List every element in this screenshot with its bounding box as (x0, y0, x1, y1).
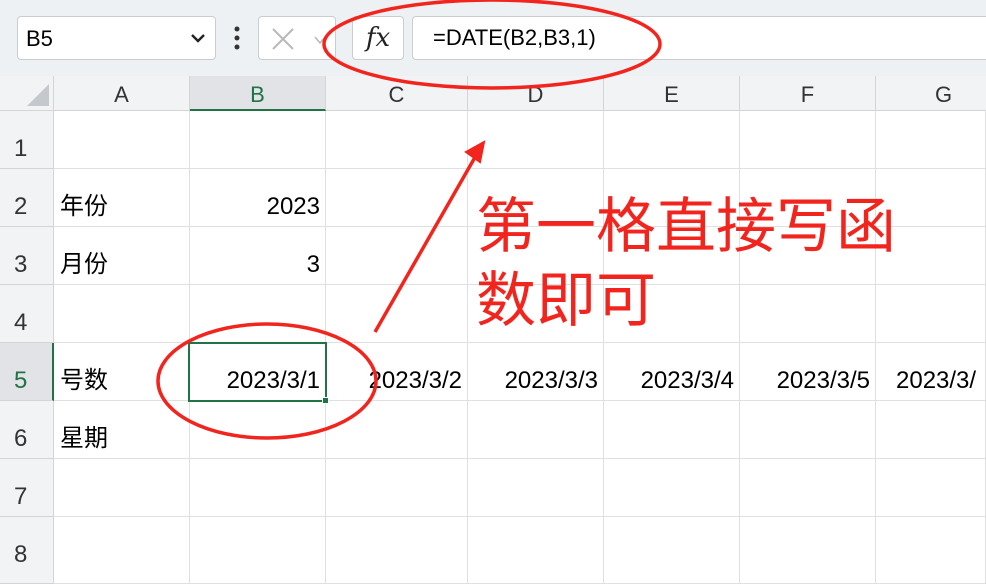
formula-input[interactable]: =DATE(B2,B3,1) (412, 16, 986, 60)
cell-g8[interactable] (876, 517, 986, 584)
cell-e8[interactable] (604, 517, 740, 584)
column-header-d[interactable]: D (468, 76, 604, 111)
row-header-3[interactable]: 3 (0, 227, 54, 285)
more-vertical-icon[interactable] (232, 22, 242, 54)
cell-a8[interactable] (54, 517, 190, 584)
cell-c6[interactable] (326, 401, 468, 459)
cell-a4[interactable] (54, 285, 190, 343)
cell-a5[interactable]: 号数 (54, 343, 190, 401)
fx-icon: fx (365, 23, 391, 53)
cell-a5-text: 号数 (60, 366, 108, 394)
column-header-g[interactable]: G (876, 76, 986, 111)
cell-b2[interactable]: 2023 (190, 169, 326, 227)
cell-b4[interactable] (190, 285, 326, 343)
cell-d7[interactable] (468, 459, 604, 517)
cell-f5[interactable]: 2023/3/5 (740, 343, 876, 401)
cell-b3[interactable]: 3 (190, 227, 326, 285)
fill-handle[interactable] (322, 397, 329, 404)
cell-f1[interactable] (740, 111, 876, 169)
cell-a3[interactable]: 月份 (54, 227, 190, 285)
cell-a6-text: 星期 (60, 424, 108, 452)
cell-f5-value: 2023/3/5 (776, 367, 870, 394)
cell-a7[interactable] (54, 459, 190, 517)
cell-d1[interactable] (468, 111, 604, 169)
cell-g7[interactable] (876, 459, 986, 517)
cancel-confirm-group (258, 16, 336, 60)
cell-c2[interactable] (326, 169, 468, 227)
row-header-6[interactable]: 6 (0, 401, 54, 459)
formula-bar-area: B5 fx =DATE(B2,B3,1) (0, 0, 986, 76)
cell-g6[interactable] (876, 401, 986, 459)
cell-c3[interactable] (326, 227, 468, 285)
cancel-x-icon[interactable] (269, 25, 297, 53)
cell-a3-text: 月份 (60, 250, 108, 278)
cell-f8[interactable] (740, 517, 876, 584)
cell-c7[interactable] (326, 459, 468, 517)
cell-c5-value: 2023/3/2 (368, 367, 462, 394)
column-header-f[interactable]: F (740, 76, 876, 111)
cell-b3-value: 3 (306, 251, 320, 278)
row-header-7[interactable]: 7 (0, 459, 54, 517)
cell-d5[interactable]: 2023/3/3 (468, 343, 604, 401)
cell-c5[interactable]: 2023/3/2 (326, 343, 468, 401)
cell-f6[interactable] (740, 401, 876, 459)
cell-e5-value: 2023/3/4 (640, 367, 734, 394)
column-header-c[interactable]: C (326, 76, 468, 111)
annotation-text: 第一格直接写函数即可 (476, 192, 896, 336)
column-header-e[interactable]: E (604, 76, 740, 111)
cell-c4[interactable] (326, 285, 468, 343)
cell-d6[interactable] (468, 401, 604, 459)
cell-f7[interactable] (740, 459, 876, 517)
insert-function-button[interactable]: fx (352, 16, 404, 60)
chevron-down-icon[interactable] (313, 33, 327, 47)
name-box[interactable]: B5 (17, 16, 216, 60)
cell-b8[interactable] (190, 517, 326, 584)
column-header-b[interactable]: B (190, 76, 326, 111)
cell-a1[interactable] (54, 111, 190, 169)
cell-a2[interactable]: 年份 (54, 169, 190, 227)
cell-g1[interactable] (876, 111, 986, 169)
cell-c8[interactable] (326, 517, 468, 584)
cell-c1[interactable] (326, 111, 468, 169)
cell-d5-value: 2023/3/3 (504, 367, 598, 394)
dropdown-chevron-icon[interactable] (189, 29, 207, 47)
active-cell-outline (188, 342, 329, 404)
row-header-8[interactable]: 8 (0, 517, 54, 584)
cell-a2-text: 年份 (60, 192, 108, 220)
cell-b2-value: 2023 (266, 193, 320, 220)
cell-a6[interactable]: 星期 (54, 401, 190, 459)
select-all-corner[interactable] (0, 76, 54, 111)
cell-e1[interactable] (604, 111, 740, 169)
row-header-2[interactable]: 2 (0, 169, 54, 227)
row-header-4[interactable]: 4 (0, 285, 54, 343)
cell-g5[interactable]: 2023/3/ (876, 343, 986, 401)
column-header-a[interactable]: A (54, 76, 190, 111)
name-box-value[interactable]: B5 (26, 26, 53, 52)
formula-text[interactable]: =DATE(B2,B3,1) (433, 25, 596, 51)
cell-d8[interactable] (468, 517, 604, 584)
cell-g5-value: 2023/3/ (896, 367, 977, 394)
select-all-triangle-icon (27, 84, 49, 106)
cell-e7[interactable] (604, 459, 740, 517)
cell-b6[interactable] (190, 401, 326, 459)
row-header-1[interactable]: 1 (0, 111, 54, 169)
cell-b1[interactable] (190, 111, 326, 169)
row-header-5[interactable]: 5 (0, 343, 54, 401)
cell-b7[interactable] (190, 459, 326, 517)
cell-e5[interactable]: 2023/3/4 (604, 343, 740, 401)
cell-e6[interactable] (604, 401, 740, 459)
